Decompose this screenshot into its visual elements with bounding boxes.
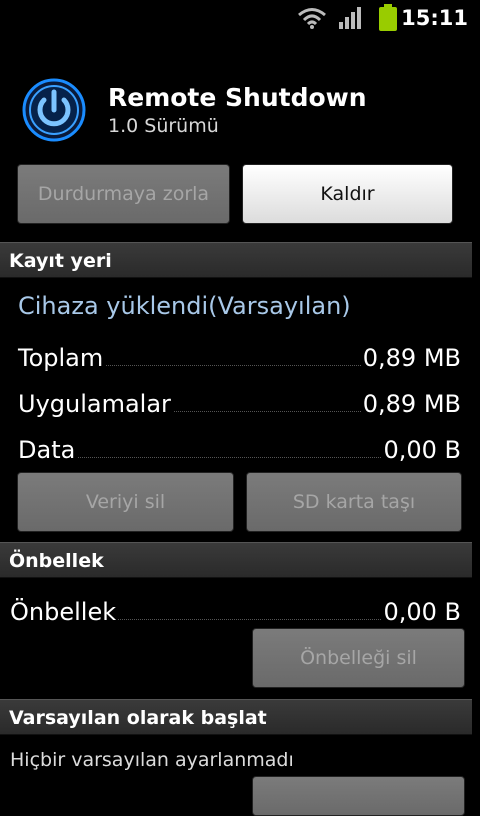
storage-row-data: Data 0,00 B (18, 428, 461, 464)
row-label: Data (18, 436, 78, 464)
install-location: Cihaza yüklendi(Varsayılan) (18, 292, 351, 320)
status-bar: 15:11 (0, 0, 480, 38)
app-header: Remote Shutdown 1.0 Sürümü (0, 38, 480, 156)
row-value: 0,89 MB (360, 344, 461, 372)
move-to-sd-button[interactable]: SD karta taşı (246, 472, 462, 532)
row-value: 0,00 B (381, 436, 461, 464)
force-stop-button[interactable]: Durdurmaya zorla (17, 164, 230, 224)
defaults-header: Varsayılan olarak başlat (0, 699, 472, 735)
clear-defaults-button[interactable] (252, 776, 465, 816)
row-label: Önbellek (10, 598, 119, 626)
cache-row: Önbellek 0,00 B (10, 590, 461, 626)
row-label: Toplam (18, 344, 106, 372)
row-value: 0,00 B (381, 598, 461, 626)
wifi-icon (298, 8, 326, 29)
power-icon (22, 78, 86, 142)
uninstall-button[interactable]: Kaldır (242, 164, 453, 224)
app-version: 1.0 Sürümü (108, 115, 219, 137)
storage-row-total: Toplam 0,89 MB (18, 336, 461, 372)
clear-data-button[interactable]: Veriyi sil (17, 472, 234, 532)
clock: 15:11 (401, 6, 468, 30)
cache-header: Önbellek (0, 542, 472, 578)
storage-row-apps: Uygulamalar 0,89 MB (18, 382, 461, 418)
signal-icon (339, 7, 361, 29)
row-value: 0,89 MB (360, 390, 461, 418)
clear-cache-button[interactable]: Önbelleği sil (252, 628, 465, 688)
storage-header: Kayıt yeri (0, 242, 472, 278)
app-name: Remote Shutdown (108, 83, 367, 112)
no-defaults-text: Hiçbir varsayılan ayarlanmadı (10, 749, 294, 771)
battery-icon (379, 4, 397, 31)
row-label: Uygulamalar (18, 390, 173, 418)
